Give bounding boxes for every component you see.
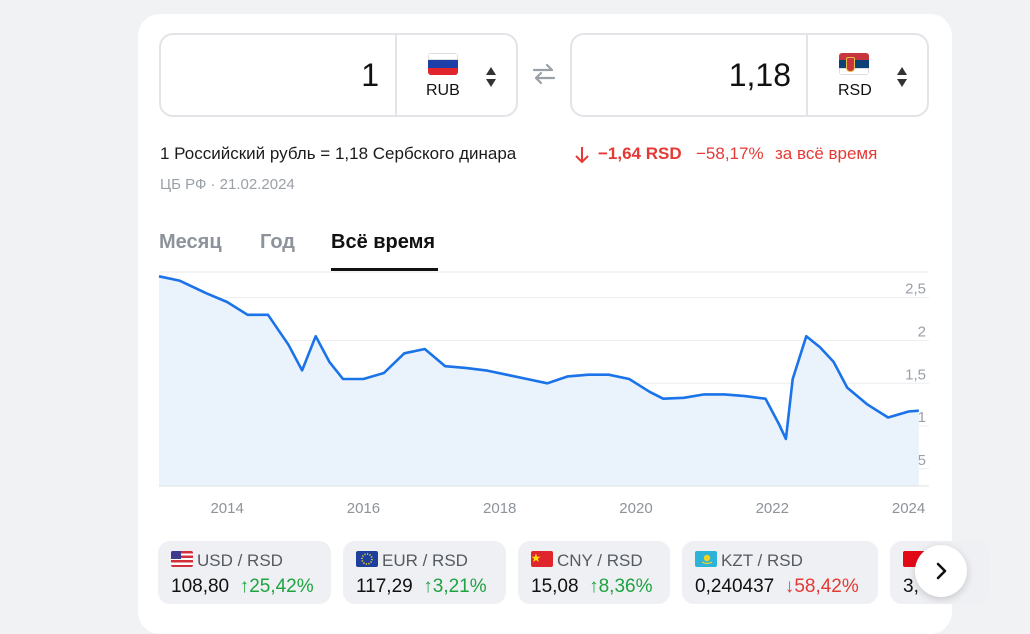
- china-flag-icon: [531, 551, 553, 567]
- usa-flag-icon: [171, 551, 193, 567]
- x-tick-label: 2020: [619, 500, 652, 517]
- kazakhstan-flag-icon: [695, 551, 717, 567]
- pair-label: CNY / RSD: [557, 551, 643, 571]
- pair-chip-usd[interactable]: USD / RSD 108,80 ↑25,42%: [158, 541, 331, 604]
- rate-chart[interactable]: 2,521,510,5201420162018202020222024: [0, 0, 1030, 612]
- pair-change: 8,36%: [599, 576, 653, 597]
- y-tick-label: 1,5: [905, 366, 926, 383]
- pair-chip-cny[interactable]: CNY / RSD 15,08 ↑8,36%: [518, 541, 670, 604]
- chevron-right-icon: [931, 561, 951, 581]
- pair-value: 117,29: [356, 576, 413, 597]
- pair-change: 25,42%: [249, 576, 313, 597]
- arrow-up-icon: ↑: [418, 576, 433, 597]
- x-tick-label: 2014: [210, 500, 243, 517]
- x-tick-label: 2016: [347, 500, 380, 517]
- pair-label: EUR / RSD: [382, 551, 468, 571]
- pair-change: 3,21%: [433, 576, 487, 597]
- arrow-up-icon: ↑: [234, 576, 249, 597]
- pair-value: 108,80: [171, 576, 229, 597]
- pair-label: USD / RSD: [197, 551, 283, 571]
- pair-chip-kzt[interactable]: KZT / RSD 0,240437 ↓58,42%: [682, 541, 878, 604]
- pair-change: 58,42%: [794, 576, 858, 597]
- arrow-down-icon: ↓: [780, 576, 795, 597]
- x-tick-label: 2018: [483, 500, 516, 517]
- x-tick-label: 2024: [892, 500, 925, 517]
- x-tick-label: 2022: [756, 500, 789, 517]
- y-tick-label: 1: [918, 409, 926, 426]
- next-pairs-button[interactable]: [915, 545, 967, 597]
- y-tick-label: 2: [918, 323, 926, 340]
- pair-chip-eur[interactable]: EUR / RSD 117,29 ↑3,21%: [343, 541, 506, 604]
- pair-value: 0,240437: [695, 576, 774, 597]
- pair-value: 15,08: [531, 576, 579, 597]
- pair-label: KZT / RSD: [721, 551, 803, 571]
- eu-flag-icon: [356, 551, 378, 567]
- y-tick-label: 2,5: [905, 281, 926, 298]
- arrow-up-icon: ↑: [584, 576, 599, 597]
